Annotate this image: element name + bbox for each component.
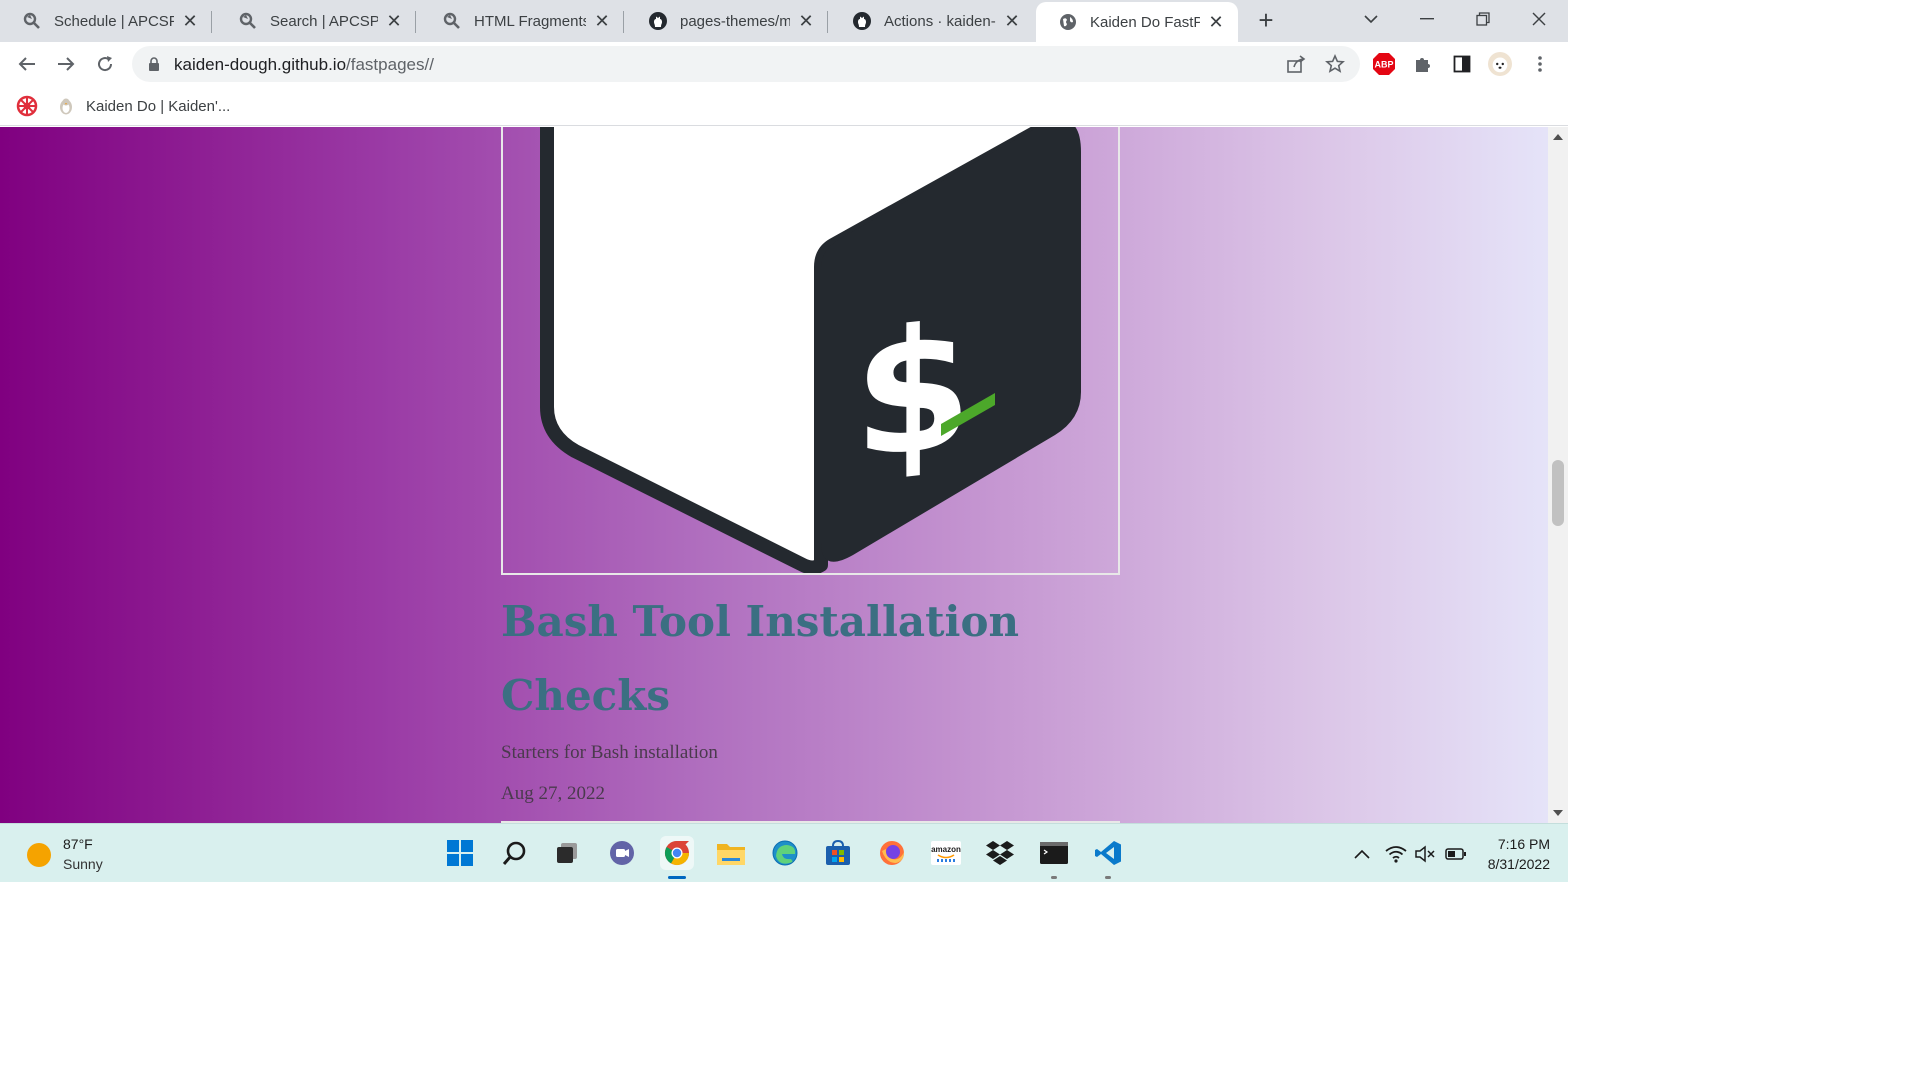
- url-host: kaiden-dough.github.io: [174, 55, 347, 74]
- amazon-icon[interactable]: amazon: [929, 836, 963, 870]
- teams-chat-icon[interactable]: [605, 836, 639, 870]
- url-text: kaiden-dough.github.io/fastpages//: [174, 55, 434, 75]
- file-explorer-icon[interactable]: [714, 836, 748, 870]
- running-indicator: [1051, 876, 1057, 879]
- browser-toolbar: kaiden-dough.github.io/fastpages// ABP: [0, 42, 1568, 86]
- clock-date[interactable]: 8/31/2022: [1488, 856, 1550, 872]
- github-icon: [648, 11, 668, 31]
- battery-icon[interactable]: [1444, 842, 1468, 866]
- microsoft-store-icon[interactable]: [821, 836, 855, 870]
- sun-icon[interactable]: [27, 843, 51, 867]
- weather-temperature[interactable]: 87°F: [63, 836, 93, 852]
- globe-icon: [1058, 12, 1078, 32]
- page-scrollbar[interactable]: [1548, 127, 1568, 823]
- restore-button[interactable]: [1455, 0, 1511, 38]
- bookmark-settings-wheel[interactable]: [16, 94, 38, 118]
- terminal-icon[interactable]: [1037, 836, 1071, 879]
- adblock-label: ABP: [1374, 60, 1393, 70]
- task-view-icon[interactable]: [550, 836, 584, 870]
- new-tab-button[interactable]: +: [1252, 7, 1280, 35]
- wifi-icon[interactable]: [1384, 842, 1408, 866]
- scroll-down-arrow-icon[interactable]: [1553, 810, 1563, 816]
- tab-actions[interactable]: Actions · kaiden-do ✕: [830, 0, 1034, 42]
- chrome-menu-icon[interactable]: [1528, 52, 1552, 76]
- volume-muted-icon[interactable]: [1413, 842, 1437, 866]
- edge-icon[interactable]: [768, 836, 802, 870]
- tab-separator: [415, 11, 416, 33]
- reload-button[interactable]: [90, 49, 120, 79]
- bookmark-kaiden-do[interactable]: Kaiden Do | Kaiden'...: [58, 94, 230, 118]
- search-icon[interactable]: [498, 836, 532, 870]
- windows-start-icon[interactable]: [443, 836, 477, 870]
- apcsp-icon: [442, 11, 462, 31]
- close-tab-icon[interactable]: ✕: [592, 11, 612, 31]
- apcsp-icon: [238, 11, 258, 31]
- post-date: Aug 27, 2022: [501, 783, 605, 804]
- close-tab-icon[interactable]: ✕: [796, 11, 816, 31]
- close-window-button[interactable]: [1511, 0, 1567, 38]
- chrome-icon[interactable]: [660, 836, 694, 879]
- bookmarks-bar: Kaiden Do | Kaiden'...: [0, 86, 1568, 126]
- profile-avatar-icon[interactable]: [1488, 52, 1512, 76]
- close-tab-icon[interactable]: ✕: [1002, 11, 1022, 31]
- weather-condition[interactable]: Sunny: [63, 856, 103, 872]
- tab-kaiden-fastpages[interactable]: Kaiden Do FastPage ✕: [1036, 2, 1238, 42]
- tab-strip: Schedule | APCSP ✕ Search | APCSP ✕ HTML…: [0, 0, 1568, 42]
- extensions-puzzle-icon[interactable]: [1411, 52, 1435, 76]
- close-tab-icon[interactable]: ✕: [384, 11, 404, 31]
- tab-separator: [623, 11, 624, 33]
- running-indicator: [1105, 876, 1111, 879]
- close-tab-icon[interactable]: ✕: [1206, 12, 1226, 32]
- github-icon: [852, 11, 872, 31]
- lock-icon: [149, 57, 159, 71]
- dropbox-icon[interactable]: [983, 836, 1017, 870]
- page-viewport: $ Bash Tool Installation Checks Starters…: [0, 127, 1568, 823]
- firefox-icon[interactable]: [875, 836, 909, 870]
- share-icon[interactable]: [1285, 53, 1307, 75]
- tab-html-fragments[interactable]: HTML Fragments | A ✕: [420, 0, 624, 42]
- post-title-link[interactable]: Bash Tool Installation Checks: [501, 585, 1101, 733]
- side-panel-icon[interactable]: [1450, 52, 1474, 76]
- tab-pages-themes[interactable]: pages-themes/merl ✕: [626, 0, 828, 42]
- tab-separator: [827, 11, 828, 33]
- url-path: /fastpages//: [346, 55, 434, 74]
- apcsp-icon: [22, 11, 42, 31]
- penguin-icon: [58, 97, 74, 115]
- bookmark-star-icon[interactable]: [1324, 53, 1346, 75]
- bash-logo-image[interactable]: $: [501, 127, 1120, 575]
- forward-button[interactable]: [51, 49, 81, 79]
- show-hidden-icons-chevron-icon[interactable]: [1350, 842, 1374, 866]
- tab-schedule[interactable]: Schedule | APCSP ✕: [0, 0, 212, 42]
- scrollbar-thumb[interactable]: [1552, 460, 1564, 526]
- adblock-plus-icon[interactable]: ABP: [1372, 52, 1396, 76]
- close-tab-icon[interactable]: ✕: [180, 11, 200, 31]
- tab-search[interactable]: Search | APCSP ✕: [216, 0, 416, 42]
- settings-wheel-icon: [16, 95, 38, 117]
- address-bar[interactable]: kaiden-dough.github.io/fastpages//: [132, 46, 1360, 82]
- tab-separator: [211, 11, 212, 33]
- running-indicator: [668, 876, 686, 879]
- back-button[interactable]: [12, 49, 42, 79]
- scroll-up-arrow-icon[interactable]: [1553, 134, 1563, 140]
- clock-time[interactable]: 7:16 PM: [1498, 836, 1550, 852]
- svg-text:$: $: [854, 288, 972, 498]
- post-description: Starters for Bash installation: [501, 742, 718, 763]
- bookmark-label: Kaiden Do | Kaiden'...: [86, 97, 231, 115]
- vscode-icon[interactable]: [1091, 836, 1125, 879]
- minimize-button[interactable]: [1399, 0, 1455, 38]
- windows-taskbar: 87°F Sunny amazon 7:16 PM 8/31/2022: [0, 823, 1568, 882]
- amazon-label: amazon: [931, 845, 961, 854]
- tab-search-chevron-icon[interactable]: [1343, 0, 1399, 38]
